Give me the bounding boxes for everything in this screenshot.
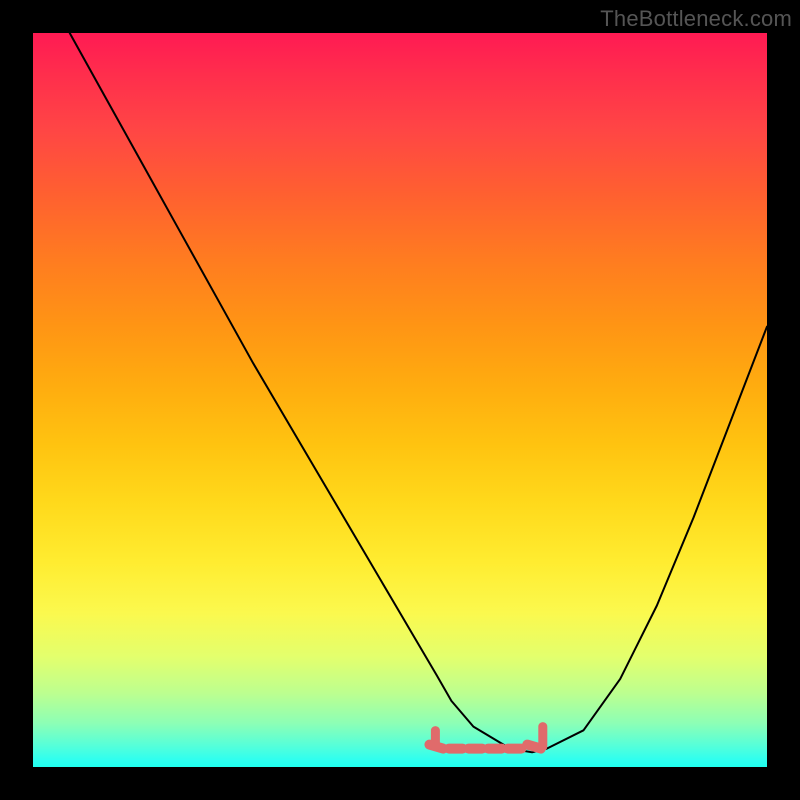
chart-frame: TheBottleneck.com [0, 0, 800, 800]
watermark-label: TheBottleneck.com [600, 6, 792, 32]
bottleneck-curve [70, 33, 767, 752]
chart-overlay [33, 33, 767, 767]
optimal-zone-marker [429, 727, 542, 749]
